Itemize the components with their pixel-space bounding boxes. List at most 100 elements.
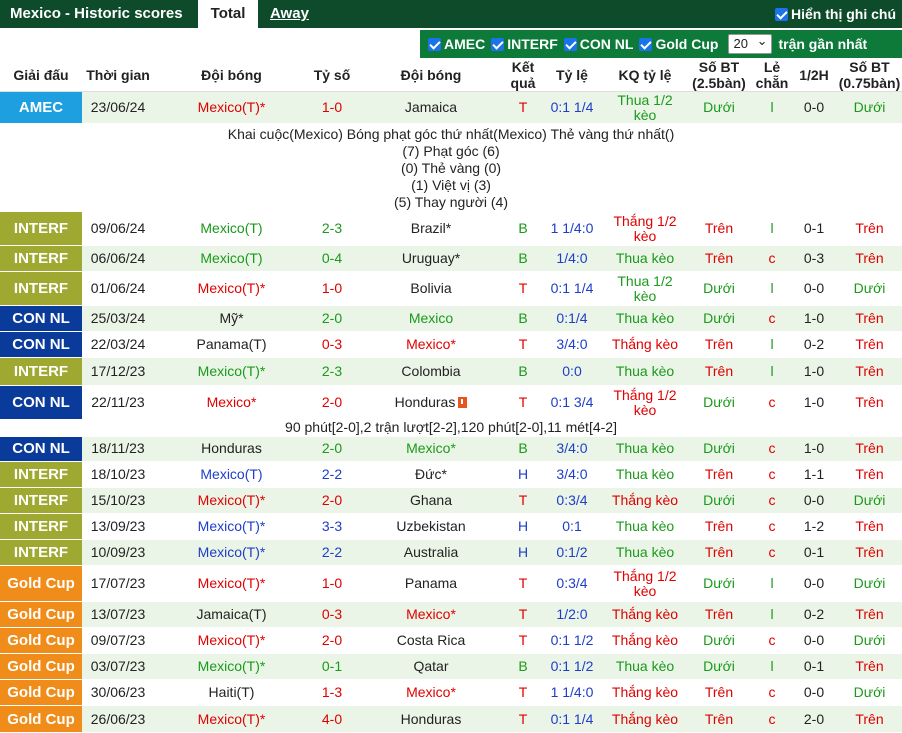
- league-badge[interactable]: INTERF: [0, 462, 82, 487]
- league-badge[interactable]: CON NL: [0, 332, 82, 357]
- away-team[interactable]: Mexico: [355, 306, 507, 331]
- home-team[interactable]: Mexico(T)*: [154, 706, 309, 732]
- home-team[interactable]: Mexico(T)*: [154, 654, 309, 679]
- header-home-team: Đội bóng: [201, 67, 262, 83]
- league-badge[interactable]: INTERF: [0, 272, 82, 305]
- league-badge[interactable]: Gold Cup: [0, 566, 82, 601]
- goals-25-result: Dưới: [685, 628, 753, 653]
- odd-even-result-text: c: [768, 632, 776, 648]
- league-badge[interactable]: INTERF: [0, 488, 82, 513]
- home-team[interactable]: Jamaica(T): [154, 602, 309, 627]
- filter-interf-checkbox[interactable]: [491, 37, 505, 51]
- league-badge[interactable]: Gold Cup: [0, 654, 82, 679]
- home-team[interactable]: Mexico(T)*: [154, 628, 309, 653]
- home-team[interactable]: Mexico(T): [154, 212, 309, 245]
- match-score[interactable]: 2-0: [309, 306, 355, 331]
- odds-value: 0:1 1/2: [539, 654, 605, 679]
- home-team[interactable]: Mexico(T)*: [154, 92, 309, 123]
- match-score[interactable]: 0-3: [309, 332, 355, 357]
- home-team[interactable]: Mexico(T)*: [154, 514, 309, 539]
- tab-total[interactable]: Total: [198, 0, 258, 30]
- away-team[interactable]: Qatar: [355, 654, 507, 679]
- league-badge[interactable]: Gold Cup: [0, 628, 82, 653]
- away-team[interactable]: Uzbekistan: [355, 514, 507, 539]
- away-team[interactable]: Mexico*: [355, 332, 507, 357]
- away-team[interactable]: Uruguay*: [355, 246, 507, 271]
- filter-goldcup[interactable]: Gold Cup: [639, 36, 718, 52]
- home-team[interactable]: Mexico(T): [154, 462, 309, 487]
- home-team[interactable]: Honduras: [154, 436, 309, 461]
- match-score[interactable]: 2-0: [309, 488, 355, 513]
- table-row: Gold Cup 09/07/23 Mexico(T)* 2-0 Costa Rica T…: [0, 628, 902, 654]
- away-team[interactable]: Jamaica: [355, 92, 507, 123]
- half-time-score: 0-0: [791, 628, 837, 653]
- home-team[interactable]: Mexico(T)*: [154, 488, 309, 513]
- league-badge[interactable]: Gold Cup: [0, 680, 82, 705]
- away-team[interactable]: Brazil*: [355, 212, 507, 245]
- away-team[interactable]: Mexico*: [355, 680, 507, 705]
- goals-075-result-text: Trên: [855, 220, 884, 236]
- home-team[interactable]: Mexico*: [154, 386, 309, 419]
- filter-connl[interactable]: CON NL: [563, 36, 633, 52]
- home-team[interactable]: Panama(T): [154, 332, 309, 357]
- home-team[interactable]: Mexico(T)*: [154, 566, 309, 601]
- match-date: 17/12/23: [82, 358, 154, 385]
- away-team[interactable]: Bolivia: [355, 272, 507, 305]
- filter-connl-checkbox[interactable]: [563, 37, 577, 51]
- league-badge[interactable]: CON NL: [0, 436, 82, 461]
- away-team[interactable]: Mexico*: [355, 602, 507, 627]
- match-score[interactable]: 2-0: [309, 436, 355, 461]
- match-score[interactable]: 2-0: [309, 628, 355, 653]
- odds-result: Thua kèo: [605, 306, 685, 331]
- match-date-text: 25/03/24: [90, 310, 146, 326]
- away-team[interactable]: Honduras: [355, 706, 507, 732]
- odd-even-result-text: c: [768, 394, 776, 410]
- league-badge[interactable]: CON NL: [0, 306, 82, 331]
- away-team[interactable]: Mexico*: [355, 436, 507, 461]
- home-team[interactable]: Mexico(T)*: [154, 358, 309, 385]
- match-score[interactable]: 3-3: [309, 514, 355, 539]
- match-score[interactable]: 2-2: [309, 540, 355, 565]
- home-team[interactable]: Mexico(T): [154, 246, 309, 271]
- show-note-toggle[interactable]: Hiển thị ghi chú: [775, 0, 896, 28]
- match-score[interactable]: 1-0: [309, 92, 355, 123]
- home-team[interactable]: Mexico(T)*: [154, 272, 309, 305]
- away-team[interactable]: Honduras: [355, 386, 507, 419]
- match-count-select[interactable]: 20: [728, 32, 773, 54]
- away-team[interactable]: Đức*: [355, 462, 507, 487]
- away-team[interactable]: Ghana: [355, 488, 507, 513]
- away-team[interactable]: Costa Rica: [355, 628, 507, 653]
- filter-goldcup-checkbox[interactable]: [639, 37, 653, 51]
- match-score[interactable]: 0-1: [309, 654, 355, 679]
- league-badge[interactable]: INTERF: [0, 358, 82, 385]
- match-score[interactable]: 0-3: [309, 602, 355, 627]
- show-note-checkbox[interactable]: [775, 7, 788, 21]
- home-team[interactable]: Haiti(T): [154, 680, 309, 705]
- match-score[interactable]: 2-3: [309, 358, 355, 385]
- match-score[interactable]: 2-3: [309, 212, 355, 245]
- away-team[interactable]: Panama: [355, 566, 507, 601]
- away-team[interactable]: Colombia: [355, 358, 507, 385]
- match-score[interactable]: 1-0: [309, 272, 355, 305]
- league-badge[interactable]: INTERF: [0, 540, 82, 565]
- league-badge[interactable]: Gold Cup: [0, 706, 82, 732]
- filter-amec[interactable]: AMEC: [428, 36, 485, 52]
- league-badge[interactable]: INTERF: [0, 212, 82, 245]
- filter-amec-checkbox[interactable]: [428, 37, 441, 51]
- home-team[interactable]: Mỹ*: [154, 306, 309, 331]
- filter-interf[interactable]: INTERF: [491, 36, 558, 52]
- league-badge[interactable]: INTERF: [0, 246, 82, 271]
- match-score[interactable]: 1-0: [309, 566, 355, 601]
- away-team[interactable]: Australia: [355, 540, 507, 565]
- league-badge[interactable]: AMEC: [0, 92, 82, 123]
- tab-away[interactable]: Away: [270, 0, 309, 28]
- match-score[interactable]: 0-4: [309, 246, 355, 271]
- match-score[interactable]: 2-2: [309, 462, 355, 487]
- match-score[interactable]: 4-0: [309, 706, 355, 732]
- league-badge[interactable]: INTERF: [0, 514, 82, 539]
- match-score[interactable]: 1-3: [309, 680, 355, 705]
- league-badge[interactable]: CON NL: [0, 386, 82, 419]
- match-score[interactable]: 2-0: [309, 386, 355, 419]
- home-team[interactable]: Mexico(T)*: [154, 540, 309, 565]
- league-badge[interactable]: Gold Cup: [0, 602, 82, 627]
